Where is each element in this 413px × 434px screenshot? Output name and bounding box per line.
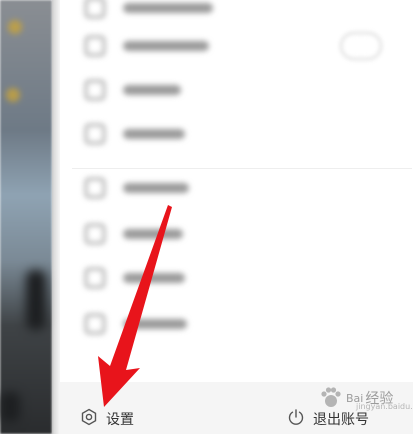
red-pointer-arrow <box>98 205 172 407</box>
